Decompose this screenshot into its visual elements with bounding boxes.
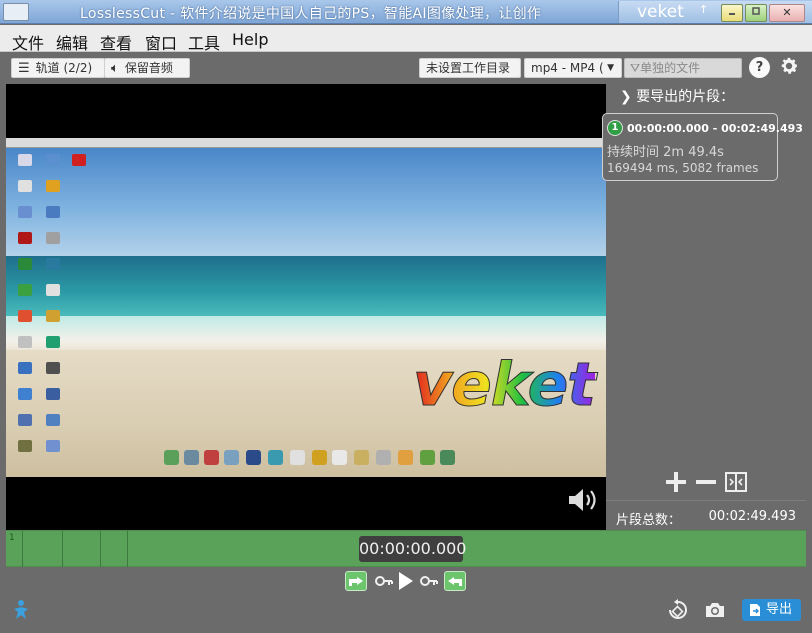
- split-segment-icon[interactable]: [724, 470, 748, 494]
- user-name: veket: [637, 2, 684, 22]
- video-overlay-logo: veket: [413, 350, 597, 421]
- video-player[interactable]: veket: [6, 84, 606, 530]
- segments-summary: 片段总数： 00:02:49.493: [606, 500, 806, 530]
- menu-window[interactable]: 窗口: [145, 30, 177, 54]
- keyframe-marker: [100, 531, 101, 567]
- menu-help[interactable]: Help: [232, 30, 268, 49]
- set-cut-end-button[interactable]: [444, 571, 466, 591]
- video-desktop-taskbar: [6, 138, 606, 148]
- plus-icon[interactable]: [664, 470, 688, 494]
- current-time-display[interactable]: 00:00:00.000: [359, 536, 466, 562]
- keyframe-marker: [22, 531, 23, 567]
- rotate-icon[interactable]: [666, 598, 690, 622]
- video-desktop-dock: [156, 450, 456, 468]
- export-button[interactable]: 导出: [742, 599, 801, 621]
- help-button[interactable]: ?: [749, 57, 770, 78]
- title-user-area: veket ↑ ✕: [618, 1, 812, 23]
- chevron-down-icon: ▼: [607, 63, 614, 73]
- segment-start-marker: 1: [9, 533, 15, 543]
- maximize-icon: [752, 7, 760, 15]
- play-icon[interactable]: [397, 571, 415, 591]
- filename-template-input[interactable]: ⛛单独的文件: [624, 58, 742, 78]
- key-next-icon[interactable]: [419, 573, 439, 589]
- format-select[interactable]: mp4 - MP4 ( ▼: [524, 58, 622, 78]
- segment-tools: [664, 470, 764, 496]
- title-bar: LosslessCut - 软件介绍说是中国人自己的PS，智能AI图像处理，让创…: [0, 0, 812, 24]
- up-arrow-icon[interactable]: ↑: [699, 3, 708, 16]
- volume-icon[interactable]: [566, 486, 600, 514]
- segments-header-label: 要导出的片段：: [636, 89, 735, 105]
- speaker-icon: 🔈︎: [111, 61, 119, 76]
- filter-icon: ⛛: [630, 61, 641, 75]
- menu-view[interactable]: 查看: [100, 30, 132, 54]
- menu-bar: 文件 编辑 查看 窗口 工具 Help: [0, 25, 812, 54]
- app-window: LosslessCut - 软件介绍说是中国人自己的PS，智能AI图像处理，让创…: [0, 0, 812, 633]
- segment-frames: 169494 ms, 5082 frames: [607, 161, 759, 175]
- video-frame: veket: [6, 138, 606, 477]
- segment-range: 00:00:00.000 - 00:02:49.493: [627, 122, 803, 135]
- workdir-button[interactable]: 未设置工作目录: [419, 58, 521, 78]
- keyframe-marker: [62, 531, 63, 567]
- hand-left-icon: [448, 577, 462, 586]
- total-segments-label: 片段总数：: [616, 513, 682, 528]
- minimize-icon: [729, 13, 735, 15]
- workdir-label: 未设置工作目录: [426, 61, 511, 75]
- lossless-logo-icon[interactable]: [12, 599, 30, 621]
- app-icon: [3, 3, 29, 21]
- list-icon: ☰: [18, 61, 30, 76]
- close-icon: ✕: [782, 6, 792, 19]
- hand-right-icon: [349, 577, 363, 586]
- set-cut-start-button[interactable]: [345, 571, 367, 591]
- keep-audio-label: 保留音频: [124, 61, 173, 75]
- keyframe-marker: [127, 531, 128, 567]
- gear-icon[interactable]: [778, 55, 800, 77]
- minus-icon[interactable]: [694, 470, 718, 494]
- menu-edit[interactable]: 编辑: [56, 30, 88, 54]
- format-value: mp4 - MP4 (: [531, 61, 604, 75]
- camera-icon[interactable]: [704, 600, 726, 620]
- close-button[interactable]: ✕: [769, 4, 805, 22]
- tracks-button[interactable]: ☰ 轨道 (2/2): [11, 58, 105, 78]
- segment-duration: 持续时间 2m 49.4s: [607, 145, 724, 160]
- maximize-button[interactable]: [745, 4, 767, 22]
- tracks-label: 轨道 (2/2): [35, 61, 93, 75]
- timeline[interactable]: 1 00:00:00.000: [6, 530, 806, 567]
- segments-panel: ❯ 要导出的片段： 1 00:00:00.000 - 00:02:49.493 …: [602, 84, 806, 530]
- chevron-right-icon[interactable]: ❯: [620, 89, 632, 105]
- filename-placeholder: 单独的文件: [640, 61, 701, 75]
- minimize-button[interactable]: [721, 4, 743, 22]
- export-icon: [750, 604, 760, 616]
- window-title: LosslessCut - 软件介绍说是中国人自己的PS，智能AI图像处理，让创…: [80, 6, 542, 22]
- export-label: 导出: [766, 602, 793, 617]
- key-previous-icon[interactable]: [374, 573, 394, 589]
- menu-file[interactable]: 文件: [12, 30, 44, 54]
- total-duration: 00:02:49.493: [708, 509, 796, 524]
- segments-header: ❯ 要导出的片段：: [620, 86, 734, 106]
- segment-item[interactable]: 1 00:00:00.000 - 00:02:49.493 持续时间 2m 49…: [602, 113, 803, 181]
- keep-audio-button[interactable]: 🔈︎ 保留音频: [104, 58, 190, 78]
- menu-tools[interactable]: 工具: [188, 30, 220, 54]
- playback-controls: 导出: [0, 567, 812, 633]
- segment-index-badge: 1: [607, 120, 623, 136]
